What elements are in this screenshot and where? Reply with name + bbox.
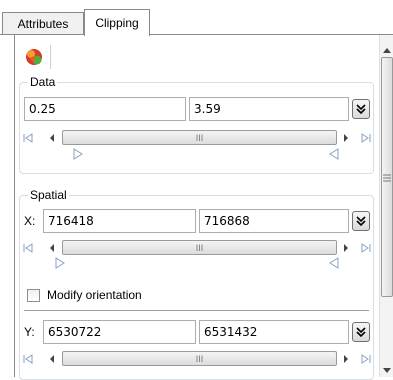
tab-clipping-label: Clipping [95,16,139,30]
x-range-slider[interactable]: III [20,239,374,256]
colormap-icon[interactable] [24,47,44,67]
y-max-input[interactable]: 6531432 [199,320,349,344]
y-range-thumb[interactable]: III [62,351,337,366]
y-range-slider[interactable]: III [20,350,374,367]
modify-orientation-label[interactable]: Modify orientation [47,288,142,302]
data-min-marker-icon[interactable] [72,148,84,160]
x-range-thumb[interactable]: III [62,240,337,255]
slider-start-icon[interactable] [20,350,36,367]
y-min-input[interactable]: 6530722 [43,320,196,344]
scroll-left-icon[interactable] [44,350,60,367]
grip-icon [383,174,391,182]
y-label: Y: [24,325,35,339]
data-max-marker-icon[interactable] [328,148,340,160]
double-chevron-down-icon [356,104,366,114]
modify-orientation-checkbox[interactable] [27,289,40,302]
tab-attributes[interactable]: Attributes [2,12,84,35]
double-chevron-down-icon [356,216,366,226]
thumb-grip: III [195,132,204,143]
data-group-title: Data [28,75,58,89]
x-options-button[interactable] [352,211,370,231]
data-group [19,82,374,174]
scroll-right-icon[interactable] [338,350,354,367]
x-max-marker-icon[interactable] [328,257,340,269]
tab-attributes-label: Attributes [17,17,69,31]
data-max-input[interactable]: 3.59 [189,97,349,121]
panel-vertical-scrollbar[interactable] [379,35,393,377]
double-chevron-down-icon [356,327,366,337]
slider-start-icon[interactable] [20,129,36,146]
scroll-left-icon[interactable] [44,239,60,256]
scroll-left-icon[interactable] [44,129,60,146]
x-max-input[interactable]: 716868 [199,209,349,233]
slider-end-icon[interactable] [358,239,374,256]
toolbar-separator [50,45,51,69]
slider-start-icon[interactable] [20,239,36,256]
slider-end-icon[interactable] [358,129,374,146]
x-min-input[interactable]: 716418 [43,209,196,233]
spatial-group-title: Spatial [28,188,69,202]
thumb-grip: III [195,242,204,253]
scroll-down-icon[interactable] [383,363,391,377]
tab-strip: Attributes Clipping [0,0,393,36]
slider-end-icon[interactable] [358,350,374,367]
x-label: X: [24,214,36,228]
x-min-marker-icon[interactable] [54,257,66,269]
tab-clipping[interactable]: Clipping [84,9,150,36]
data-range-thumb[interactable]: III [62,130,337,145]
spatial-divider [24,310,369,311]
data-min-input[interactable]: 0.25 [24,97,186,121]
scroll-up-icon[interactable] [383,42,391,56]
scroll-right-icon[interactable] [338,239,354,256]
scroll-right-icon[interactable] [338,129,354,146]
data-range-slider[interactable]: III [20,129,374,146]
data-options-button[interactable] [352,99,370,119]
thumb-grip: III [195,353,204,364]
y-options-button[interactable] [352,322,370,342]
vertical-scroll-thumb[interactable] [381,57,393,297]
